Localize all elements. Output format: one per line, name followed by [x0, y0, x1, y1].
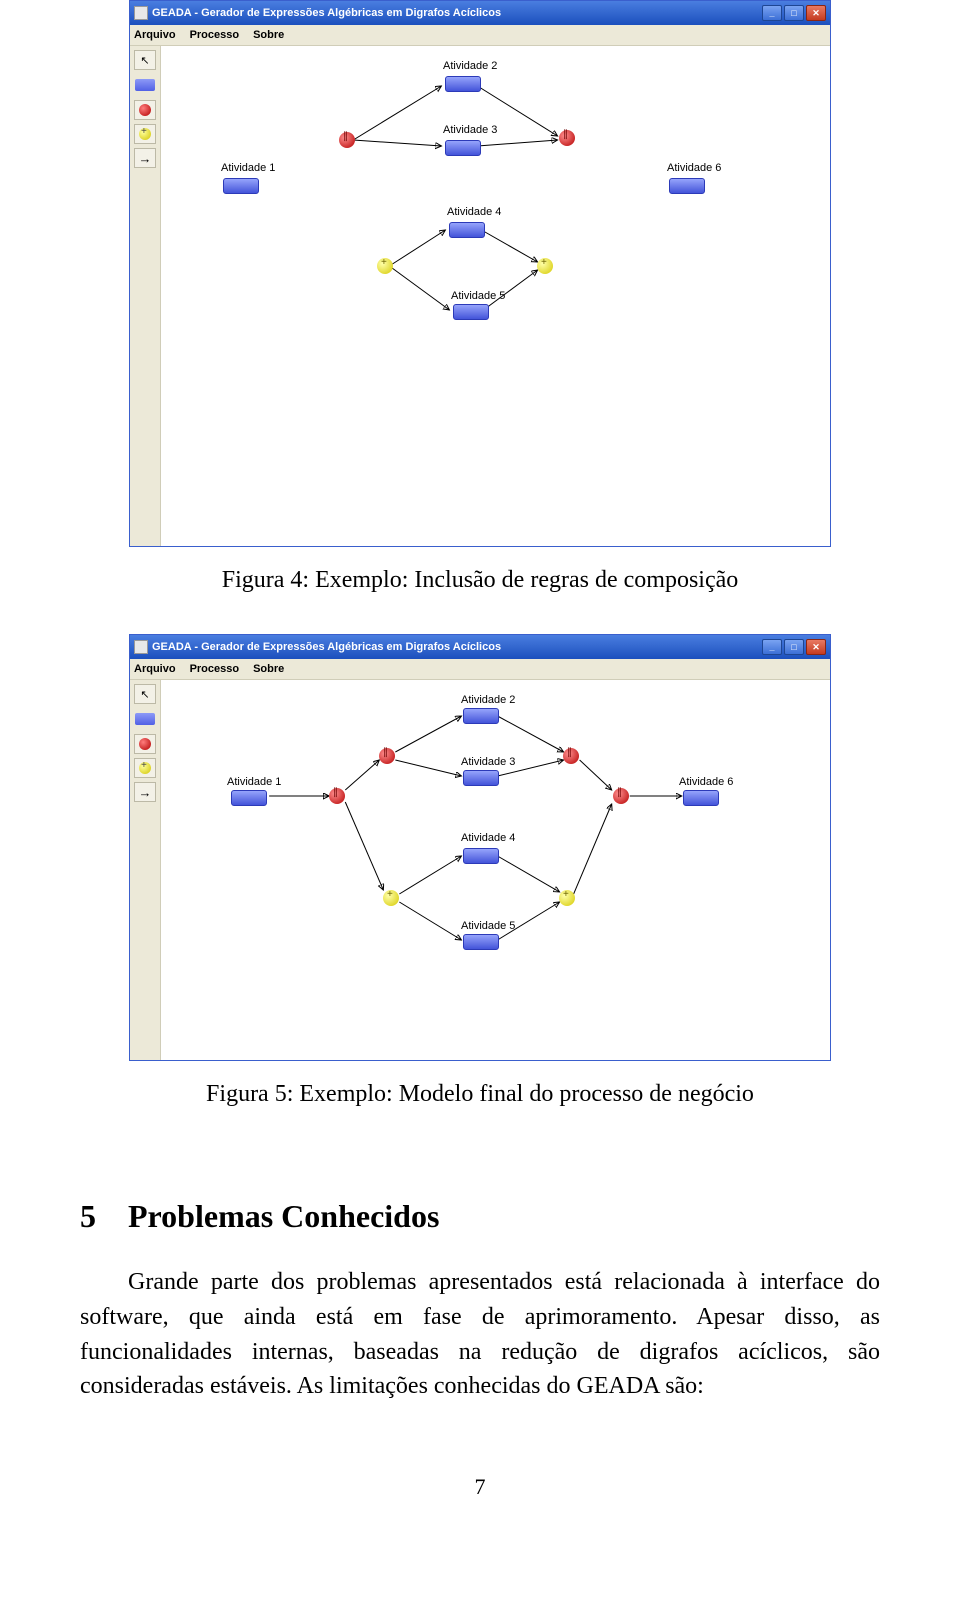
- window-title: GEADA - Gerador de Expressões Algébricas…: [152, 641, 501, 653]
- label-a5: Atividade 5: [461, 920, 515, 932]
- or-split[interactable]: [383, 890, 399, 906]
- tool-cursor[interactable]: [134, 50, 156, 70]
- window-titlebar: GEADA - Gerador de Expressões Algébricas…: [130, 635, 830, 659]
- screenshot-fig4: GEADA - Gerador de Expressões Algébricas…: [129, 0, 831, 547]
- caption-fig5: Figura 5: Exemplo: Modelo final do proce…: [206, 1081, 754, 1108]
- close-button[interactable]: ✕: [806, 5, 826, 21]
- node-a5[interactable]: [453, 304, 489, 320]
- menu-arquivo[interactable]: Arquivo: [134, 663, 176, 675]
- java-icon: [134, 6, 148, 20]
- or-join[interactable]: [559, 890, 575, 906]
- node-a1[interactable]: [223, 178, 259, 194]
- section-title: Problemas Conhecidos: [128, 1198, 439, 1234]
- node-a6[interactable]: [669, 178, 705, 194]
- menubar: Arquivo Processo Sobre: [130, 25, 830, 46]
- java-icon: [134, 640, 148, 654]
- menubar: Arquivo Processo Sobre: [130, 659, 830, 680]
- and-join-outer[interactable]: [613, 788, 629, 804]
- label-a3: Atividade 3: [443, 124, 497, 136]
- section-number: 5: [80, 1198, 120, 1235]
- node-a3[interactable]: [463, 770, 499, 786]
- menu-processo[interactable]: Processo: [190, 29, 240, 41]
- and-split-outer[interactable]: [329, 788, 345, 804]
- or-split[interactable]: [377, 258, 393, 274]
- node-a4[interactable]: [463, 848, 499, 864]
- node-a3[interactable]: [445, 140, 481, 156]
- node-a1[interactable]: [231, 790, 267, 806]
- window-titlebar: GEADA - Gerador de Expressões Algébricas…: [130, 1, 830, 25]
- node-a2[interactable]: [445, 76, 481, 92]
- page-number: 7: [80, 1474, 880, 1500]
- and-split-inner[interactable]: [379, 748, 395, 764]
- tool-cursor[interactable]: [134, 684, 156, 704]
- menu-sobre[interactable]: Sobre: [253, 29, 284, 41]
- caption-fig4: Figura 4: Exemplo: Inclusão de regras de…: [222, 567, 739, 594]
- label-a1: Atividade 1: [221, 162, 275, 174]
- close-button[interactable]: ✕: [806, 639, 826, 655]
- node-a4[interactable]: [449, 222, 485, 238]
- label-a2: Atividade 2: [461, 694, 515, 706]
- menu-sobre[interactable]: Sobre: [253, 663, 284, 675]
- node-a6[interactable]: [683, 790, 719, 806]
- screenshot-fig5: GEADA - Gerador de Expressões Algébricas…: [129, 634, 831, 1061]
- tool-activity[interactable]: [135, 713, 155, 725]
- label-a5: Atividade 5: [451, 290, 505, 302]
- tool-activity[interactable]: [135, 79, 155, 91]
- and-join-inner[interactable]: [563, 748, 579, 764]
- label-a6: Atividade 6: [667, 162, 721, 174]
- and-join[interactable]: [559, 130, 575, 146]
- tool-or-gate[interactable]: [134, 124, 156, 144]
- maximize-button[interactable]: □: [784, 639, 804, 655]
- node-a2[interactable]: [463, 708, 499, 724]
- tool-and-gate[interactable]: [134, 100, 156, 120]
- label-a2: Atividade 2: [443, 60, 497, 72]
- minimize-button[interactable]: _: [762, 5, 782, 21]
- label-a4: Atividade 4: [447, 206, 501, 218]
- tool-or-gate[interactable]: [134, 758, 156, 778]
- tool-edge[interactable]: [134, 148, 156, 168]
- window-title: GEADA - Gerador de Expressões Algébricas…: [152, 7, 501, 19]
- tool-edge[interactable]: [134, 782, 156, 802]
- tool-and-gate[interactable]: [134, 734, 156, 754]
- section-5-heading: 5 Problemas Conhecidos: [80, 1198, 880, 1235]
- diagram-canvas[interactable]: Atividade 1 Atividade 2 Atividade 3 Ativ…: [161, 46, 830, 546]
- section-5-paragraph: Grande parte dos problemas apresentados …: [80, 1265, 880, 1404]
- node-a5[interactable]: [463, 934, 499, 950]
- label-a1: Atividade 1: [227, 776, 281, 788]
- menu-processo[interactable]: Processo: [190, 663, 240, 675]
- minimize-button[interactable]: _: [762, 639, 782, 655]
- maximize-button[interactable]: □: [784, 5, 804, 21]
- and-split[interactable]: [339, 132, 355, 148]
- diagram-canvas[interactable]: Atividade 1 Atividade 2 Atividade 3 Ativ…: [161, 680, 830, 1060]
- label-a6: Atividade 6: [679, 776, 733, 788]
- or-join[interactable]: [537, 258, 553, 274]
- label-a4: Atividade 4: [461, 832, 515, 844]
- toolbar: [130, 680, 161, 1060]
- toolbar: [130, 46, 161, 546]
- label-a3: Atividade 3: [461, 756, 515, 768]
- menu-arquivo[interactable]: Arquivo: [134, 29, 176, 41]
